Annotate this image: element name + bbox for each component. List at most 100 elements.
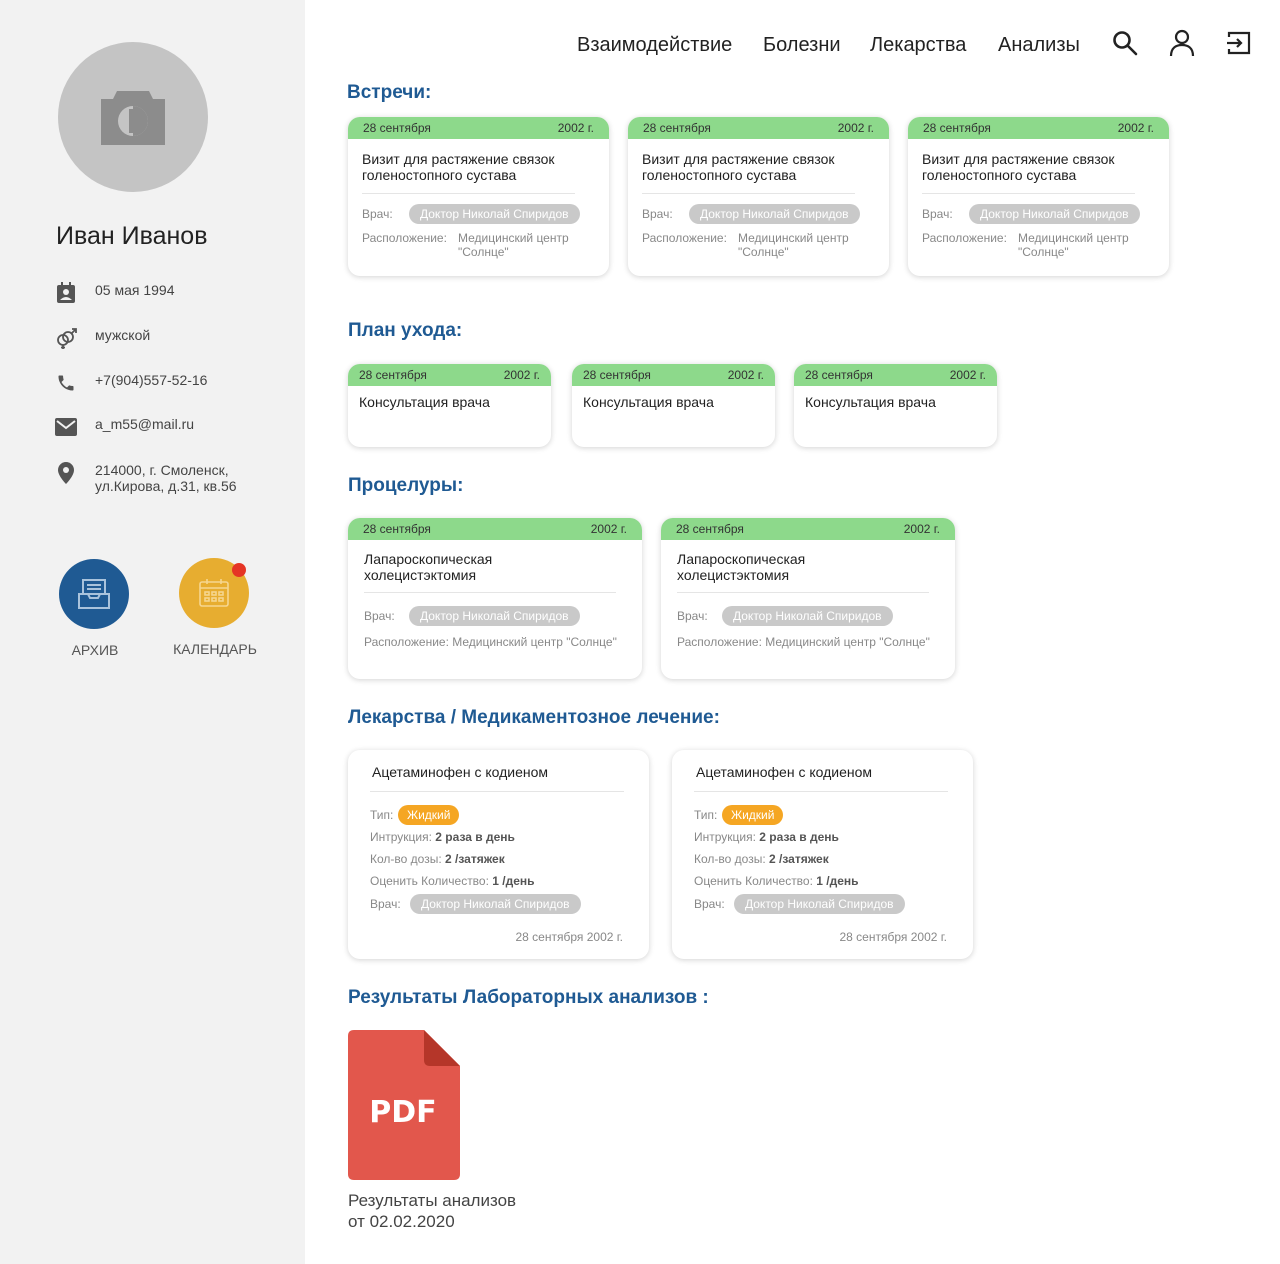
location-label: Расположение: — [922, 231, 1007, 245]
card-year: 2002 г. — [903, 522, 940, 536]
card-date: 28 сентября — [923, 121, 991, 135]
card-header: 28 сентября 2002 г. — [572, 364, 775, 386]
doctor-chip[interactable]: Доктор Николай Спиридов — [689, 204, 860, 224]
meeting-title: Визит для растяжение связок голеностопног… — [642, 151, 835, 183]
card-date: 28 сентября — [583, 368, 651, 382]
meeting-card[interactable]: 28 сентября 2002 г. Визит для растяжение … — [348, 117, 609, 276]
card-header: 28 сентября 2002 г. — [794, 364, 997, 386]
doctor-chip[interactable]: Доктор Николай Спиридов — [410, 894, 581, 914]
email-row: a_m55@mail.ru — [54, 415, 194, 439]
doctor-label: Врач: — [370, 897, 401, 911]
card-header: 28 сентября 2002 г. — [661, 518, 955, 540]
logout-button[interactable] — [1225, 29, 1253, 57]
care-plan-card[interactable]: 28 сентября 2002 г. Консультация врача — [572, 364, 775, 447]
location-text: Расположение: Медицинский центр "Солнце" — [364, 635, 617, 649]
procedure-card[interactable]: 28 сентября 2002 г. Лапароскопическая холе… — [348, 518, 642, 679]
doctor-label: Врач: — [694, 897, 725, 911]
meeting-title: Визит для растяжение связок голеностопног… — [362, 151, 555, 183]
divider — [364, 592, 616, 593]
card-header: 28 сентября 2002 г. — [348, 117, 609, 139]
calendar-label[interactable]: КАЛЕНДАРЬ — [155, 641, 275, 657]
archive-button[interactable] — [59, 559, 129, 629]
mail-icon — [54, 415, 78, 439]
archive-label[interactable]: АРХИВ — [35, 642, 155, 658]
procedure-title: Лапароскопическая холецистэктомия — [364, 551, 493, 583]
doctor-chip[interactable]: Доктор Николай Спиридов — [734, 894, 905, 914]
profile-button[interactable] — [1168, 29, 1196, 57]
care-plan-card[interactable]: 28 сентября 2002 г. Консультация врача — [794, 364, 997, 447]
birthdate: 05 мая 1994 — [95, 282, 175, 298]
card-year: 2002 г. — [503, 368, 540, 382]
doctor-chip[interactable]: Доктор Николай Спиридов — [969, 204, 1140, 224]
user-icon — [1169, 29, 1195, 57]
divider — [922, 193, 1135, 194]
user-name: Иван Иванов — [56, 222, 208, 250]
pdf-label[interactable]: Результаты анализов от 02.02.2020 — [348, 1190, 516, 1232]
address-line1: 214000, г. Смоленск, — [95, 462, 229, 478]
medication-name: Ацетаминофен с кодиеном — [372, 764, 549, 780]
procedure-title: Лапароскопическая холецистэктомия — [677, 551, 806, 583]
meeting-card[interactable]: 28 сентября 2002 г. Визит для растяжение … — [908, 117, 1169, 276]
section-title-lab-results: Результаты Лабораторных анализов : — [348, 987, 709, 1008]
location-value: Медицинский центр "Солнце" — [1018, 231, 1129, 259]
doctor-chip[interactable]: Доктор Николай Спиридов — [722, 606, 893, 626]
card-header: 28 сентября 2002 г. — [908, 117, 1169, 139]
card-header: 28 сентября 2002 г. — [348, 518, 642, 540]
dose-line: Кол-во дозы: 2 /затяжек — [694, 852, 829, 866]
location-label: Расположение: — [642, 231, 727, 245]
type-label: Тип: — [370, 808, 394, 822]
divider — [370, 791, 624, 792]
amount-line: Оценить Количество: 1 /день — [370, 874, 535, 888]
instruction-line: Интрукция: 2 раза в день — [694, 830, 839, 844]
care-plan-card[interactable]: 28 сентября 2002 г. Консультация врача — [348, 364, 551, 447]
calendar-contact-icon — [54, 281, 78, 305]
doctor-chip[interactable]: Доктор Николай Спиридов — [409, 606, 580, 626]
card-date: 28 сентября — [363, 121, 431, 135]
type-chip[interactable]: Жидкий — [398, 805, 460, 825]
medication-card[interactable]: Ацетаминофен с кодиеном Тип: Жидкий Интр… — [348, 750, 649, 959]
card-year: 2002 г. — [1117, 121, 1154, 135]
card-date: 28 сентября — [805, 368, 873, 382]
doctor-label: Врач: — [677, 609, 708, 623]
pdf-label-line1: Результаты анализов — [348, 1191, 517, 1210]
divider — [677, 592, 929, 593]
card-year: 2002 г. — [727, 368, 764, 382]
location-text: Расположение: Медицинский центр "Солнце" — [677, 635, 930, 649]
pdf-label-line2: от 02.02.2020 — [348, 1212, 455, 1231]
notification-dot — [232, 563, 246, 577]
phone-icon — [54, 371, 78, 395]
nav-interaction[interactable]: Взаимодействие — [577, 34, 732, 57]
divider — [694, 791, 948, 792]
gender: мужской — [95, 327, 151, 343]
type-chip[interactable]: Жидкий — [722, 805, 784, 825]
address-line2: ул.Кирова, д.31, кв.56 — [95, 478, 237, 494]
nav-medicines[interactable]: Лекарства — [870, 34, 966, 57]
section-title-procedures: Процелуры: — [348, 475, 464, 496]
nav-analyses[interactable]: Анализы — [998, 34, 1080, 57]
divider — [642, 193, 855, 194]
amount-line: Оценить Количество: 1 /день — [694, 874, 859, 888]
search-button[interactable] — [1111, 29, 1139, 57]
pdf-file-icon[interactable]: PDF — [348, 1030, 460, 1180]
sidebar: Иван Иванов 05 мая 1994 мужской +7(904)5… — [0, 0, 305, 1264]
medication-date: 28 сентября 2002 г. — [839, 930, 948, 944]
location-pin-icon — [54, 461, 78, 485]
procedure-card[interactable]: 28 сентября 2002 г. Лапароскопическая холе… — [661, 518, 955, 679]
medication-card[interactable]: Ацетаминофен с кодиеном Тип: Жидкий Интр… — [672, 750, 973, 959]
address-row: 214000, г. Смоленск, ул.Кирова, д.31, кв… — [54, 461, 237, 494]
birthdate-row: 05 мая 1994 — [54, 281, 175, 305]
card-year: 2002 г. — [837, 121, 874, 135]
avatar[interactable] — [58, 42, 208, 192]
divider — [362, 193, 575, 194]
card-date: 28 сентября — [363, 522, 431, 536]
nav-diseases[interactable]: Болезни — [763, 34, 841, 57]
doctor-chip[interactable]: Доктор Николай Спиридов — [409, 204, 580, 224]
doctor-label: Врач: — [362, 207, 393, 221]
doctor-label: Врач: — [922, 207, 953, 221]
phone-row: +7(904)557-52-16 — [54, 371, 207, 395]
meeting-card[interactable]: 28 сентября 2002 г. Визит для растяжение … — [628, 117, 889, 276]
gender-icon — [54, 326, 78, 350]
gender-row: мужской — [54, 326, 150, 350]
medication-date: 28 сентября 2002 г. — [515, 930, 624, 944]
location-label: Расположение: — [362, 231, 447, 245]
